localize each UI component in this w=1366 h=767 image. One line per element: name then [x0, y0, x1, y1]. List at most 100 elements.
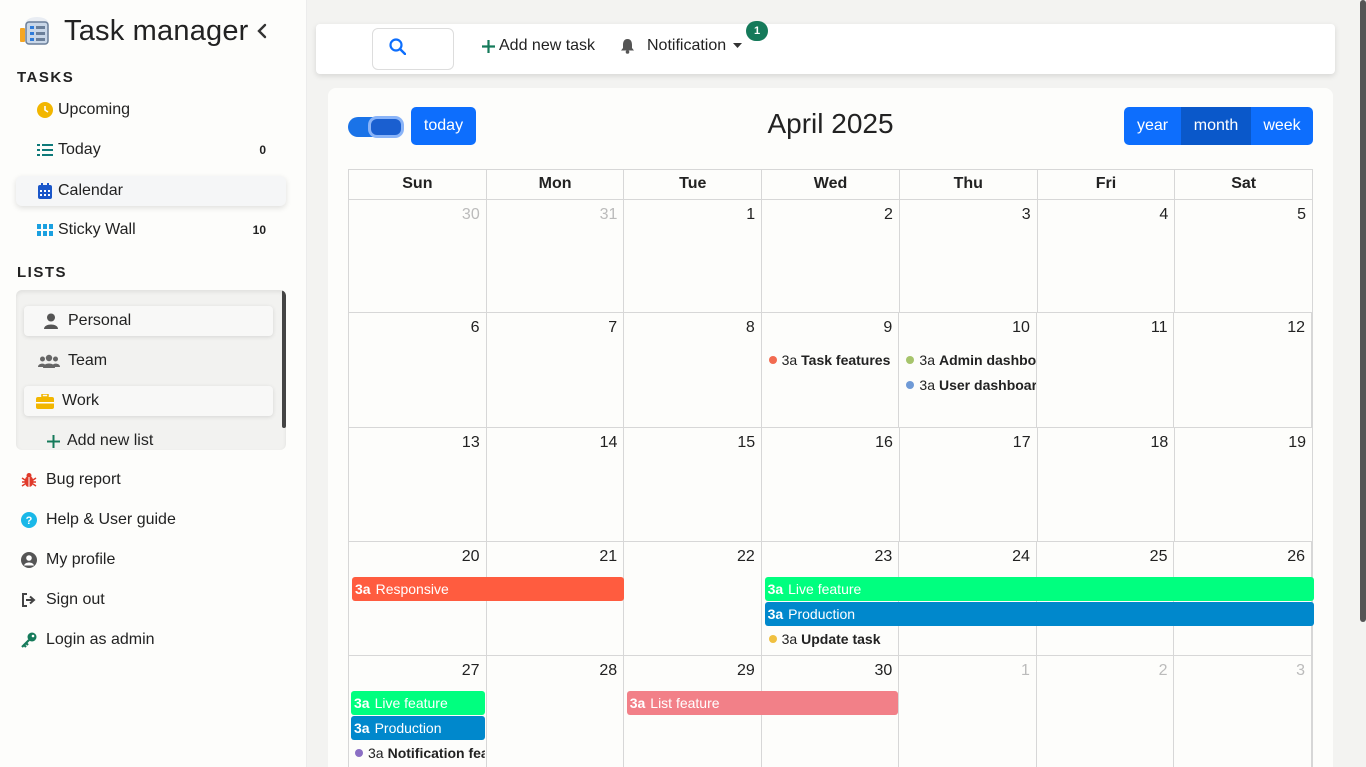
- day-number[interactable]: 31: [600, 206, 618, 224]
- calendar-event-bar[interactable]: 3a Responsive: [352, 577, 624, 601]
- day-number[interactable]: 7: [608, 319, 617, 337]
- add-new-task-button[interactable]: Add new task: [482, 37, 595, 55]
- day-cell[interactable]: 7: [487, 313, 625, 427]
- day-number[interactable]: 29: [737, 662, 755, 680]
- help-user-guide-link[interactable]: ? Help & User guide: [20, 511, 176, 529]
- list-item-personal[interactable]: Personal: [24, 306, 273, 336]
- calendar-event-item[interactable]: 3a Update task: [768, 629, 899, 649]
- day-number[interactable]: 19: [1288, 434, 1306, 452]
- calendar-event-bar[interactable]: 3a Live feature: [351, 691, 485, 715]
- view-month-button[interactable]: month: [1181, 107, 1251, 145]
- day-cell[interactable]: 8: [624, 313, 762, 427]
- today-button[interactable]: today: [411, 107, 476, 145]
- calendar-event-item[interactable]: 3aAdmin dashboard: [906, 350, 1036, 370]
- day-cell[interactable]: 28: [487, 656, 625, 767]
- day-cell[interactable]: 1: [899, 656, 1037, 767]
- day-cell[interactable]: 31: [487, 200, 625, 312]
- help-icon: ?: [20, 512, 38, 528]
- day-number[interactable]: 16: [875, 434, 893, 452]
- calendar-toggle-switch[interactable]: [348, 117, 404, 137]
- day-number[interactable]: 25: [1150, 548, 1168, 566]
- day-number[interactable]: 1: [746, 206, 755, 224]
- view-year-button[interactable]: year: [1124, 107, 1181, 145]
- day-cell[interactable]: 1: [624, 200, 763, 312]
- day-cell[interactable]: 17: [900, 428, 1038, 541]
- day-number[interactable]: 30: [875, 662, 893, 680]
- view-week-button[interactable]: week: [1251, 107, 1313, 145]
- list-item-team[interactable]: Team: [24, 346, 273, 376]
- bug-report-link[interactable]: Bug report: [20, 471, 121, 489]
- day-cell[interactable]: 3: [1174, 656, 1313, 767]
- day-number[interactable]: 14: [600, 434, 618, 452]
- list-item-work[interactable]: Work: [24, 386, 273, 416]
- day-number[interactable]: 8: [746, 319, 755, 337]
- day-cell[interactable]: 12: [1174, 313, 1313, 427]
- day-cell[interactable]: 6: [349, 313, 487, 427]
- search-button[interactable]: [372, 28, 454, 70]
- page-scrollbar[interactable]: [1360, 0, 1366, 622]
- day-number[interactable]: 22: [737, 548, 755, 566]
- day-number[interactable]: 1: [1021, 662, 1030, 680]
- day-number[interactable]: 11: [1151, 319, 1168, 337]
- calendar-event-bar[interactable]: 3a Production: [351, 716, 485, 740]
- nav-item-upcoming[interactable]: Upcoming: [16, 95, 286, 125]
- day-cell[interactable]: 19: [1175, 428, 1312, 541]
- day-number[interactable]: 27: [462, 662, 480, 680]
- day-number[interactable]: 28: [599, 662, 617, 680]
- notification-dropdown[interactable]: Notification: [620, 37, 743, 55]
- day-cell[interactable]: 30: [349, 200, 487, 312]
- day-number[interactable]: 9: [883, 319, 892, 337]
- calendar-event-bar[interactable]: 3a Production: [764, 602, 1314, 626]
- day-cell[interactable]: 9: [762, 313, 900, 427]
- day-cell[interactable]: 22: [624, 542, 762, 655]
- day-number[interactable]: 12: [1287, 319, 1305, 337]
- day-number[interactable]: 2: [884, 206, 893, 224]
- day-number[interactable]: 23: [875, 548, 893, 566]
- login-as-admin-link[interactable]: Login as admin: [20, 631, 155, 649]
- day-cell[interactable]: 5: [1175, 200, 1312, 312]
- day-number[interactable]: 3: [1022, 206, 1031, 224]
- day-number[interactable]: 6: [471, 319, 480, 337]
- day-cell[interactable]: 3: [900, 200, 1038, 312]
- day-cell[interactable]: 14: [487, 428, 625, 541]
- day-number[interactable]: 4: [1159, 206, 1168, 224]
- my-profile-link[interactable]: My profile: [20, 551, 115, 569]
- day-number[interactable]: 24: [1012, 548, 1030, 566]
- day-number[interactable]: 18: [1151, 434, 1169, 452]
- day-number[interactable]: 20: [462, 548, 480, 566]
- add-new-list-button[interactable]: Add new list: [24, 426, 273, 450]
- day-cell[interactable]: 16: [762, 428, 900, 541]
- event-time: 3a: [629, 695, 646, 711]
- event-color-dot: [768, 635, 777, 643]
- calendar-event-item[interactable]: 3a Task features: [768, 350, 899, 370]
- day-number[interactable]: 3: [1296, 662, 1305, 680]
- calendar-event-bar[interactable]: 3a Live feature: [764, 577, 1314, 601]
- calendar-event-bar[interactable]: 3a List feature: [626, 691, 899, 715]
- day-cell[interactable]: 13: [349, 428, 487, 541]
- day-cell[interactable]: 15: [624, 428, 763, 541]
- day-cell[interactable]: 11: [1037, 313, 1175, 427]
- sign-out-link[interactable]: Sign out: [20, 591, 105, 609]
- day-cell[interactable]: 18: [1038, 428, 1176, 541]
- day-number[interactable]: 15: [737, 434, 755, 452]
- nav-item-today[interactable]: Today 0: [16, 135, 286, 165]
- day-number[interactable]: 5: [1297, 206, 1306, 224]
- day-cell[interactable]: 10: [899, 313, 1037, 427]
- day-number[interactable]: 30: [462, 206, 480, 224]
- day-cell[interactable]: 2: [762, 200, 900, 312]
- day-number[interactable]: 26: [1287, 548, 1305, 566]
- nav-item-calendar[interactable]: Calendar: [16, 176, 286, 206]
- day-number[interactable]: 10: [1012, 319, 1030, 337]
- key-icon: [20, 632, 38, 648]
- day-number[interactable]: 17: [1013, 434, 1031, 452]
- nav-item-sticky-wall[interactable]: Sticky Wall 10: [16, 215, 286, 245]
- day-number[interactable]: 2: [1159, 662, 1168, 680]
- day-cell[interactable]: 4: [1038, 200, 1176, 312]
- calendar-event-item[interactable]: 3aNotification feature: [355, 743, 485, 763]
- calendar-event-item[interactable]: 3a User dashboard: [906, 375, 1036, 395]
- day-number[interactable]: 21: [599, 548, 617, 566]
- day-cell[interactable]: 2: [1037, 656, 1175, 767]
- day-number[interactable]: 13: [462, 434, 480, 452]
- collapse-sidebar-icon[interactable]: [255, 20, 269, 46]
- lists-scrollbar[interactable]: [282, 290, 286, 428]
